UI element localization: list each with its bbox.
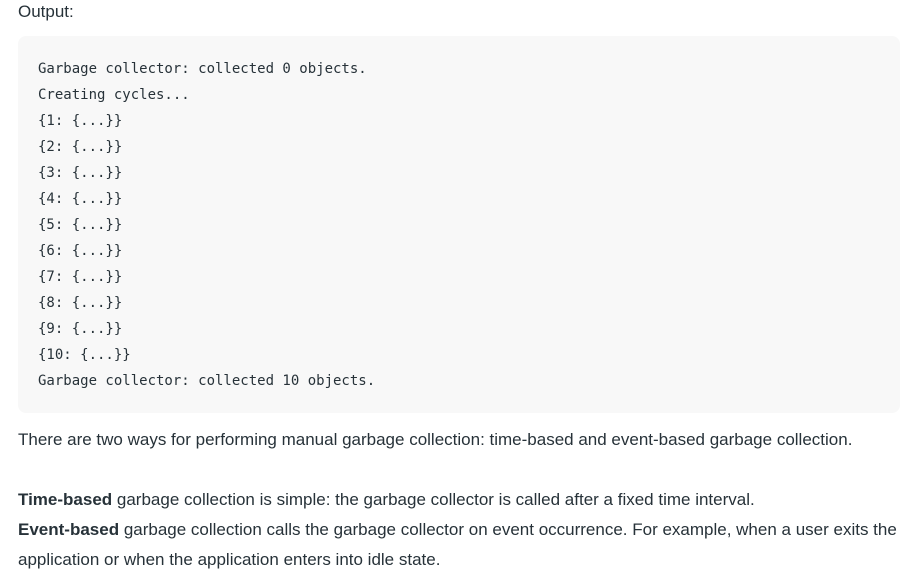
code-line: {6: {...}} bbox=[38, 243, 123, 259]
time-based-term: Time-based bbox=[18, 490, 113, 509]
event-based-paragraph: Event-based garbage collection calls the… bbox=[18, 515, 898, 575]
code-line: {2: {...}} bbox=[38, 139, 123, 155]
code-line: {1: {...}} bbox=[38, 113, 123, 129]
event-based-description: garbage collection calls the garbage col… bbox=[18, 520, 897, 569]
code-line: Garbage collector: collected 10 objects. bbox=[38, 373, 376, 389]
code-line: {5: {...}} bbox=[38, 217, 123, 233]
event-based-term: Event-based bbox=[18, 520, 120, 539]
code-line: Creating cycles... bbox=[38, 87, 190, 103]
code-line: Garbage collector: collected 0 objects. bbox=[38, 61, 367, 77]
code-line: {9: {...}} bbox=[38, 321, 123, 337]
intro-paragraph: There are two ways for performing manual… bbox=[18, 430, 853, 449]
code-line: {10: {...}} bbox=[38, 347, 131, 363]
time-based-description: garbage collection is simple: the garbag… bbox=[112, 490, 755, 509]
code-line: {4: {...}} bbox=[38, 191, 123, 207]
code-output-block: Garbage collector: collected 0 objects. … bbox=[18, 36, 900, 413]
code-line: {8: {...}} bbox=[38, 295, 123, 311]
time-based-paragraph: Time-based garbage collection is simple:… bbox=[18, 485, 898, 515]
output-heading: Output: bbox=[18, 2, 74, 21]
code-line: {3: {...}} bbox=[38, 165, 123, 181]
code-line: {7: {...}} bbox=[38, 269, 123, 285]
